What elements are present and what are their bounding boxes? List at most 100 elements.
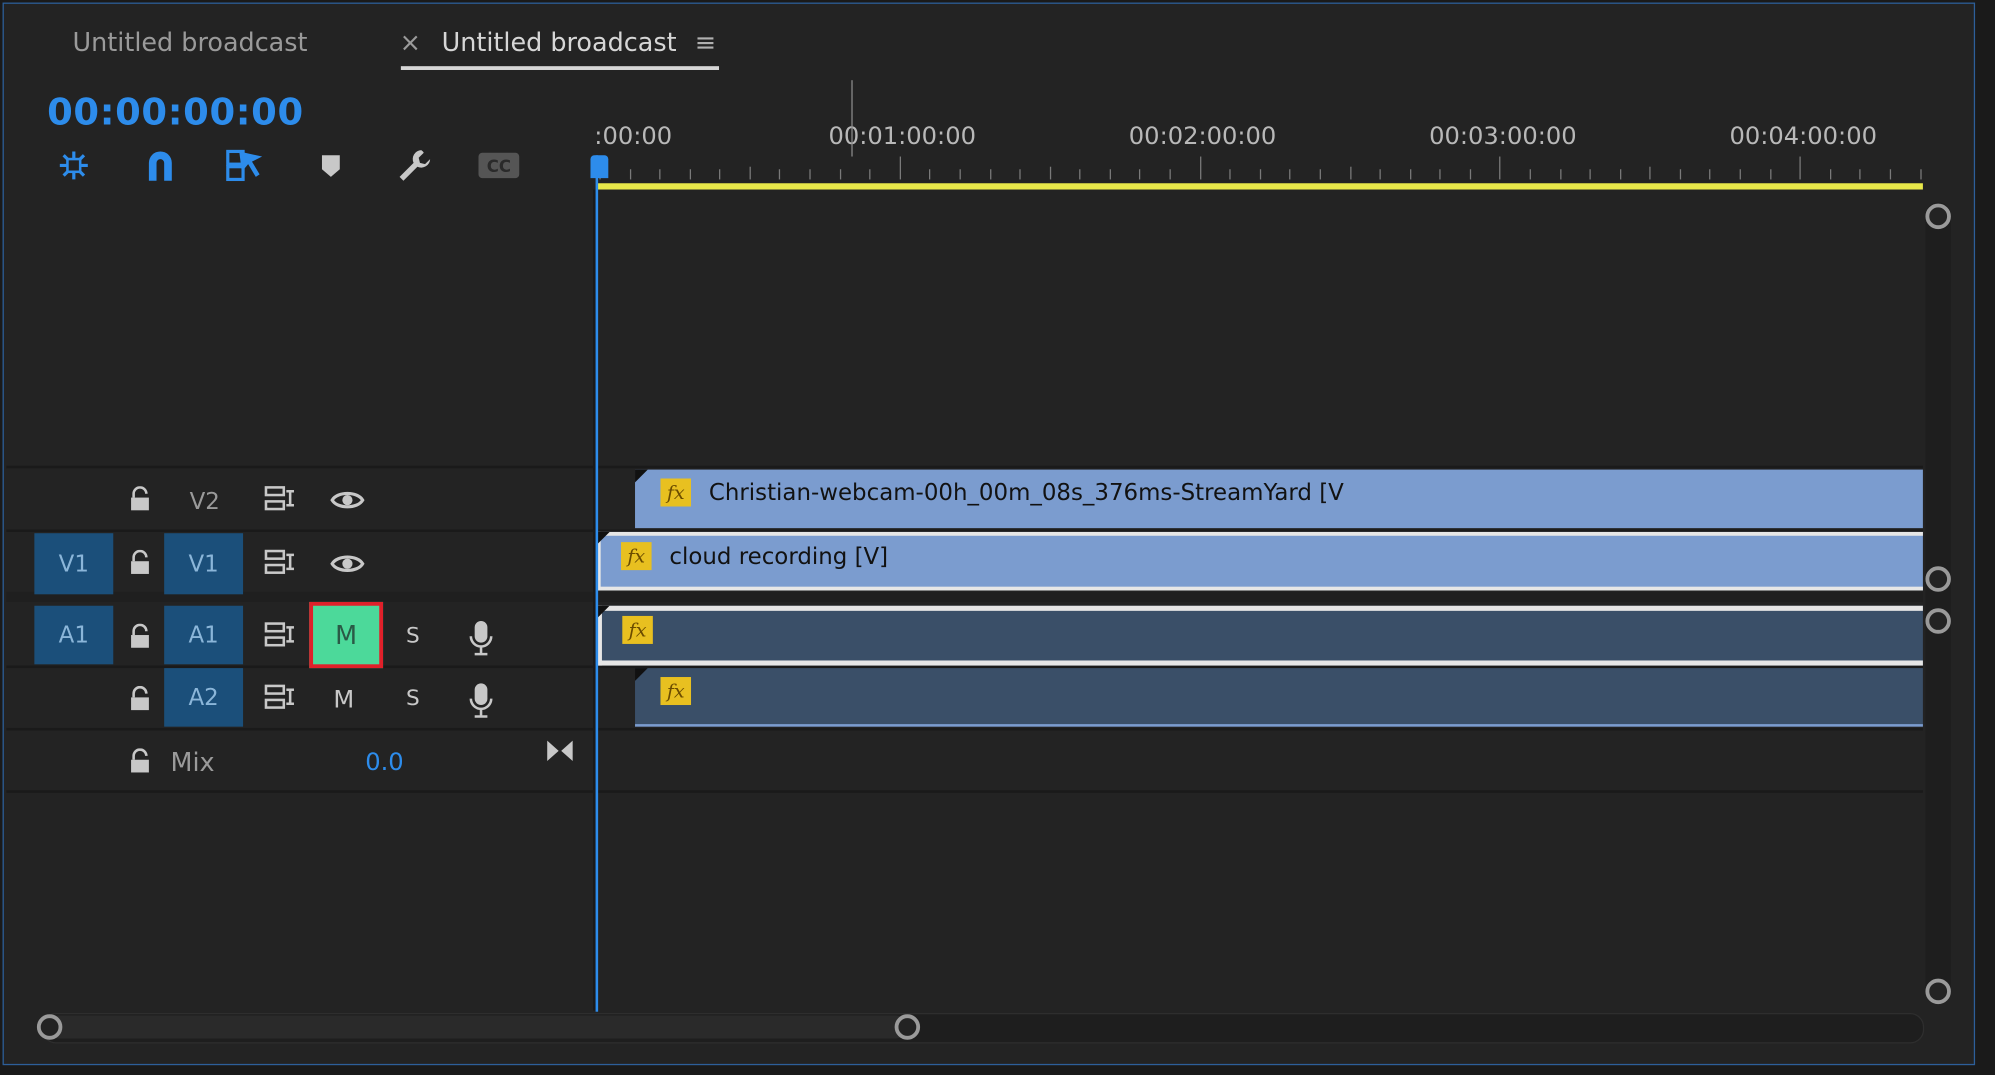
audio-clip-a2[interactable]: fx — [635, 668, 1923, 727]
lock-icon[interactable] — [126, 744, 154, 777]
wrench-settings-icon[interactable] — [393, 145, 436, 186]
lock-icon[interactable] — [126, 620, 154, 653]
tab-sequence-2[interactable]: Untitled broadcast — [442, 27, 677, 58]
ruler-tick — [1889, 169, 1892, 180]
track-target-a2[interactable]: A2 — [164, 668, 244, 727]
ruler-tick — [1109, 169, 1111, 180]
sync-lock-icon[interactable] — [262, 484, 298, 515]
ruler-tick — [1259, 169, 1261, 180]
fx-badge[interactable]: fx — [621, 542, 652, 571]
mute-track-a2-button[interactable]: M — [333, 686, 354, 714]
sync-lock-icon[interactable] — [262, 547, 298, 578]
ruler-tick — [1469, 169, 1471, 180]
video-clip-v2[interactable]: fx Christian-webcam-00h_00m_08s_376ms-St… — [635, 469, 1923, 529]
clip-title: cloud recording [V] — [669, 543, 889, 571]
vertical-scroll-handle-bottom[interactable] — [1925, 566, 1951, 592]
audio-clip-a1-selected[interactable]: fx — [596, 605, 1923, 666]
fx-badge[interactable]: fx — [622, 615, 653, 644]
clip-start-marker — [635, 668, 648, 681]
fx-badge[interactable]: fx — [660, 677, 692, 706]
ruler-tick — [719, 169, 721, 180]
ruler-tick — [1019, 169, 1021, 180]
ruler-tick — [1679, 169, 1681, 180]
eye-visibility-icon[interactable] — [328, 487, 366, 512]
video-audio-divider — [6, 591, 1923, 602]
ruler-tick — [1559, 169, 1561, 180]
tab-sequence-1[interactable]: Untitled broadcast — [73, 27, 308, 58]
ruler-tick — [929, 169, 931, 180]
track-target-a1[interactable]: A1 — [164, 605, 244, 665]
ruler-tick — [689, 169, 691, 180]
ruler-tick — [809, 169, 811, 180]
track-divider — [6, 727, 1923, 731]
track-divider — [6, 465, 1923, 469]
sync-lock-icon[interactable] — [262, 682, 298, 713]
solo-track-a2-button[interactable]: S — [406, 686, 420, 711]
track-divider — [6, 790, 1923, 793]
ruler-tick — [1859, 169, 1861, 180]
solo-track-a1-button[interactable]: S — [406, 624, 420, 649]
horizontal-scroll-thumb[interactable] — [47, 1015, 908, 1039]
mix-track-label: Mix — [170, 747, 215, 778]
empty-track-area — [596, 189, 1923, 466]
ruler-tick — [1229, 169, 1231, 180]
video-clip-v1-selected[interactable]: fx cloud recording [V] — [596, 531, 1923, 591]
ruler-label: :00:00 — [594, 122, 673, 151]
zoom-handle-right[interactable] — [894, 1014, 921, 1040]
lock-icon[interactable] — [126, 682, 154, 715]
ruler-tick — [1499, 156, 1501, 180]
fx-badge[interactable]: fx — [660, 478, 692, 507]
go-to-edit-point-icon[interactable] — [543, 737, 576, 765]
track-name-v2[interactable]: V2 — [190, 489, 220, 516]
ruler-tick — [1169, 169, 1171, 180]
ruler-tick — [1199, 156, 1201, 180]
ruler-label: 00:02:00:00 — [1128, 122, 1277, 151]
snap-magnet-icon[interactable] — [139, 145, 182, 186]
microphone-icon[interactable] — [464, 617, 497, 658]
ruler-hover-line — [851, 80, 853, 157]
playhead-handle[interactable] — [590, 155, 609, 179]
sync-lock-icon[interactable] — [262, 620, 298, 651]
ruler-tick — [1289, 169, 1291, 180]
track-target-v1[interactable]: V1 — [164, 533, 244, 595]
clip-start-marker — [596, 531, 610, 545]
microphone-icon[interactable] — [464, 680, 497, 721]
audio-scroll-handle-top[interactable] — [1925, 608, 1951, 634]
add-marker-icon[interactable] — [309, 145, 352, 186]
ruler-tick — [1349, 166, 1351, 180]
mix-volume-value[interactable]: 0.0 — [365, 748, 403, 776]
time-ruler[interactable]: :00:00 00:01:00:00 00:02:00:00 00:03:00:… — [594, 106, 1926, 185]
eye-visibility-icon[interactable] — [328, 551, 366, 576]
panel-menu-icon[interactable]: ≡ — [695, 27, 716, 58]
lock-icon[interactable] — [126, 482, 154, 515]
svg-text:CC: CC — [487, 157, 511, 176]
audio-scroll-handle-bottom[interactable] — [1925, 978, 1951, 1005]
playhead-timecode[interactable]: 00:00:00:00 — [47, 90, 304, 133]
ruler-tick — [1439, 169, 1441, 180]
vertical-scrollbar[interactable] — [1925, 202, 1951, 1005]
tab-close-icon[interactable]: × — [400, 27, 421, 58]
nest-sequence-icon[interactable] — [52, 145, 95, 186]
lock-icon[interactable] — [126, 546, 154, 579]
source-patch-v1[interactable]: V1 — [34, 533, 114, 595]
timeline-panel: Untitled broadcast × Untitled broadcast … — [2, 2, 1976, 1066]
mute-track-a1-button[interactable]: M — [309, 601, 384, 669]
ruler-tick — [899, 156, 901, 180]
vertical-scroll-handle-top[interactable] — [1925, 203, 1951, 230]
playhead-line[interactable] — [595, 155, 599, 1012]
ruler-label: 00:04:00:00 — [1729, 122, 1877, 151]
ruler-tick — [839, 169, 841, 180]
ruler-tick — [1139, 169, 1141, 180]
source-patch-a1[interactable]: A1 — [34, 605, 114, 665]
ruler-tick — [1769, 169, 1771, 180]
ruler-tick — [1829, 169, 1831, 180]
ruler-tick — [1799, 156, 1801, 180]
ruler-label: 00:03:00:00 — [1429, 122, 1577, 151]
ruler-tick — [749, 166, 751, 180]
ruler-tick — [659, 169, 661, 180]
zoom-handle-left[interactable] — [36, 1014, 63, 1040]
clip-start-marker — [596, 605, 610, 619]
clip-start-marker — [635, 469, 648, 483]
linked-selection-icon[interactable] — [223, 145, 266, 186]
captions-cc-icon[interactable]: CC — [477, 145, 520, 186]
